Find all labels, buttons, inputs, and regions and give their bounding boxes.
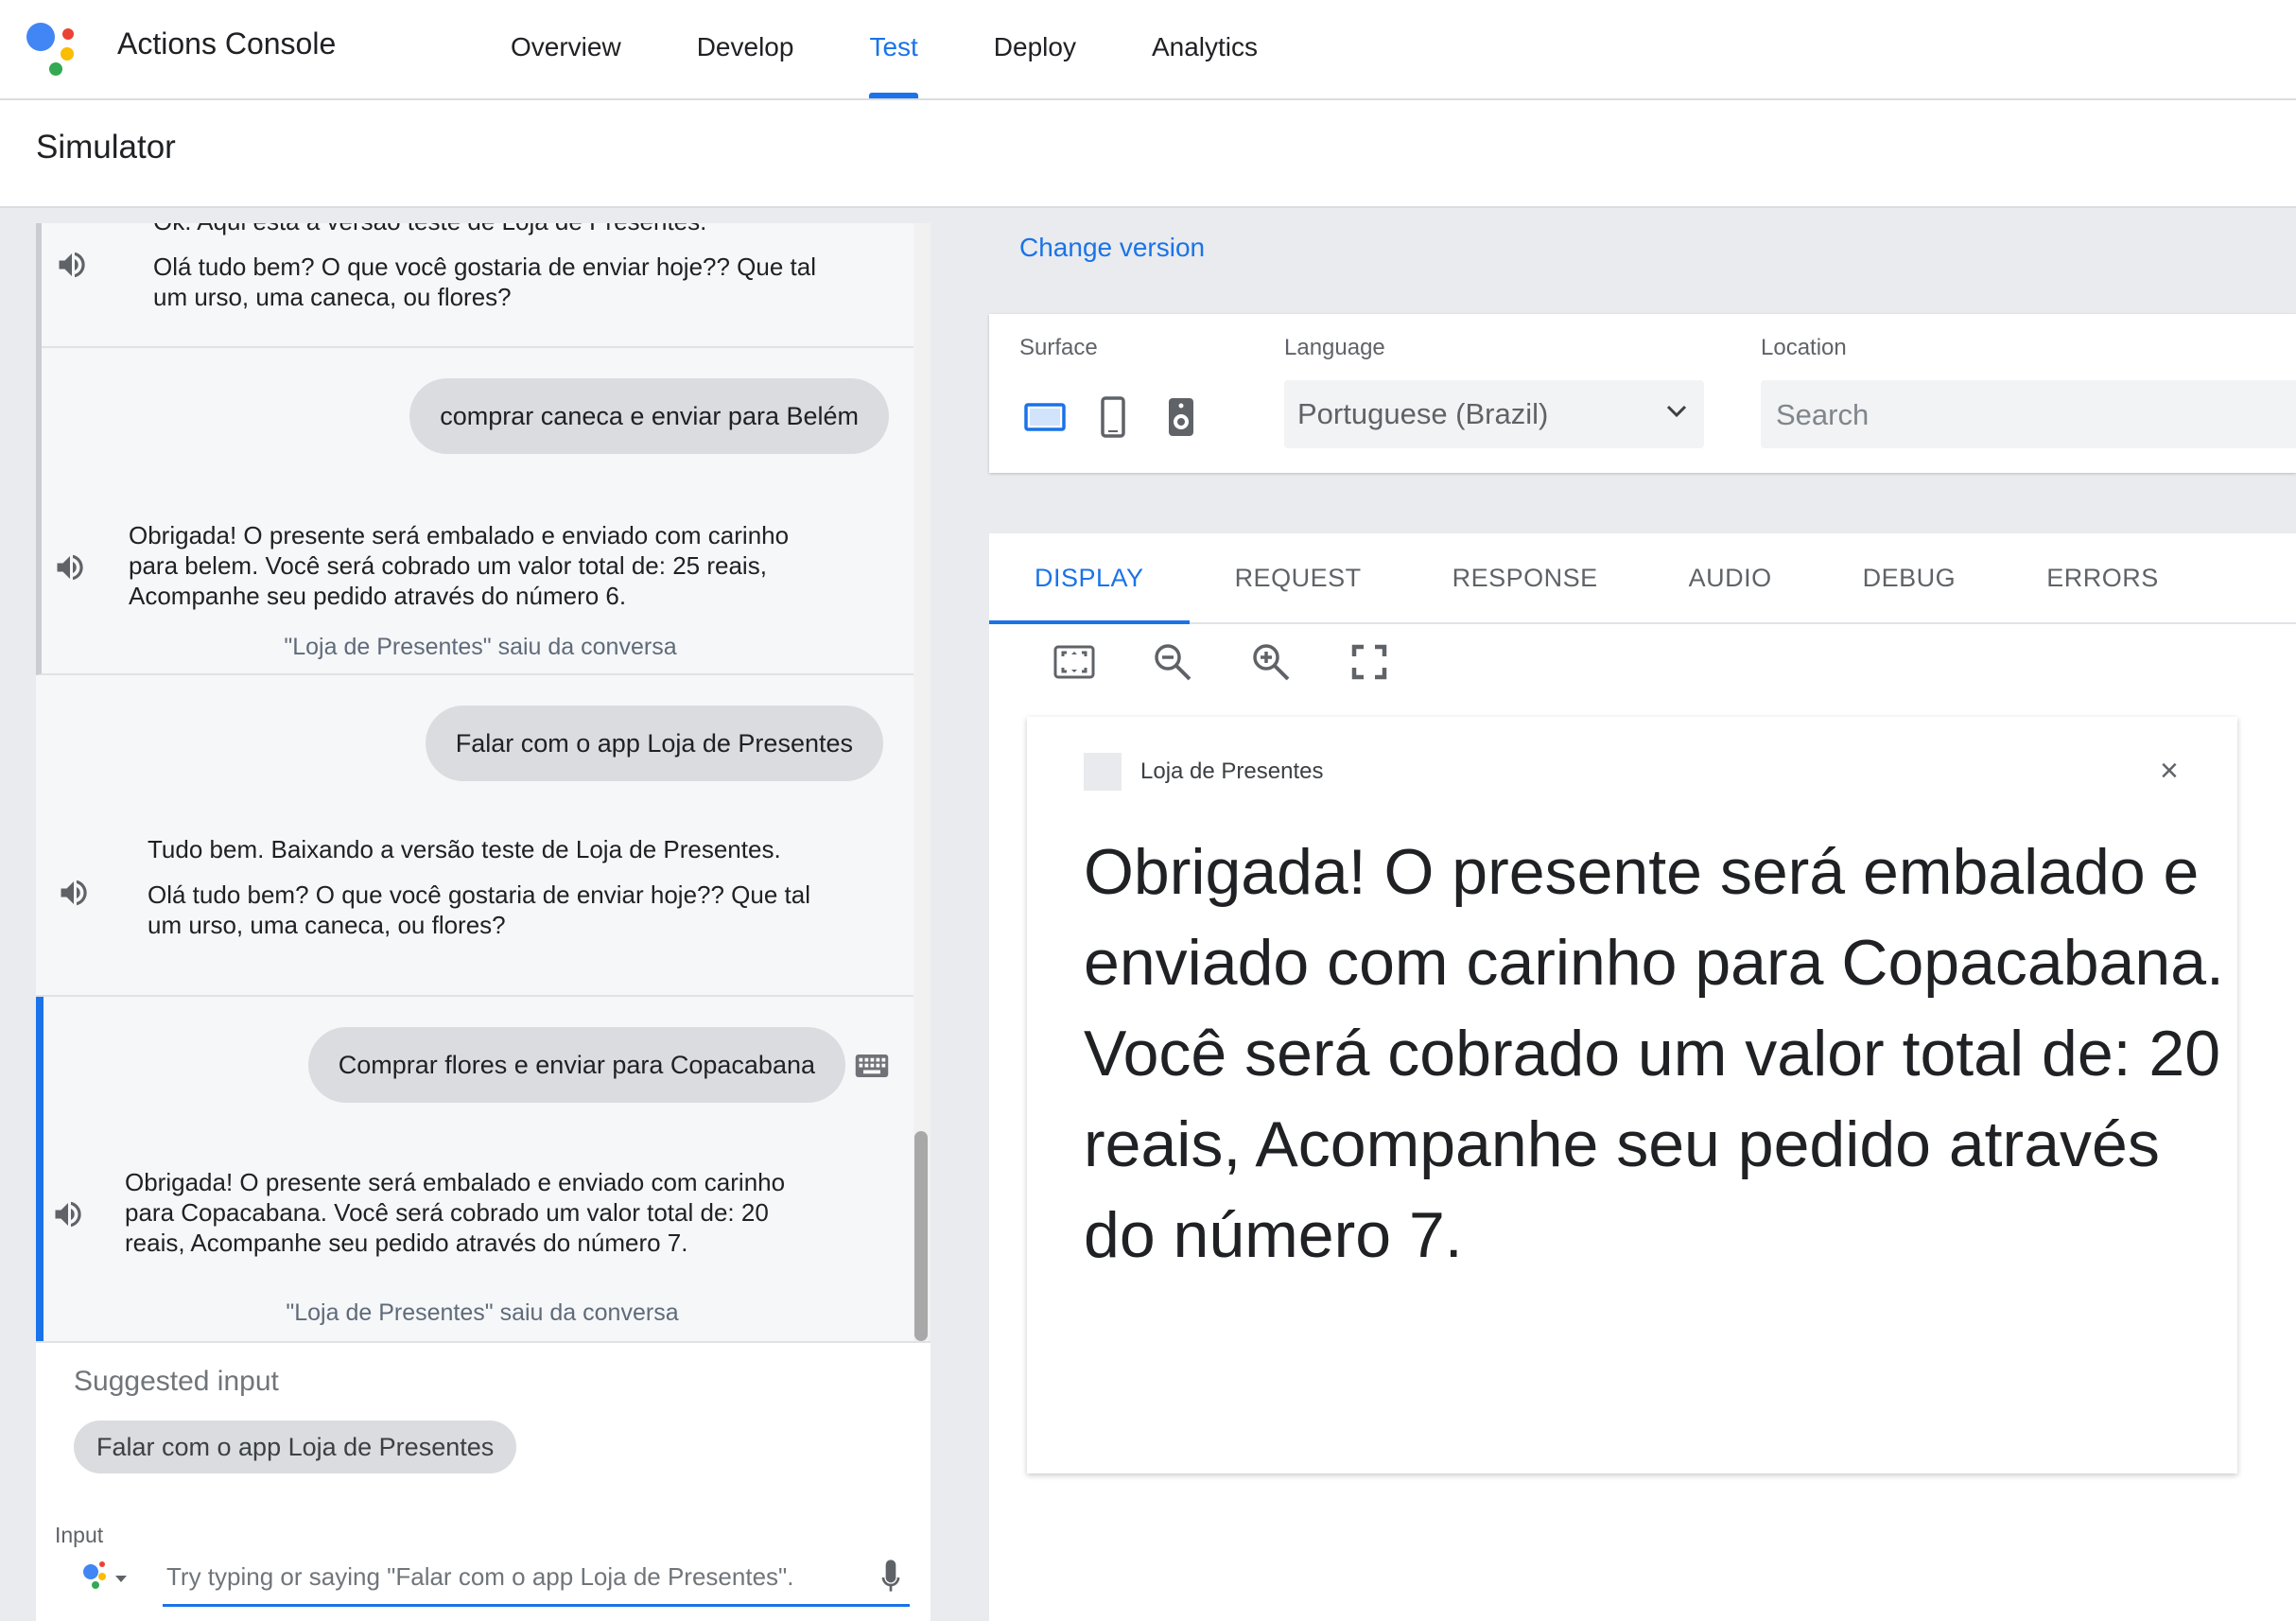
nav-analytics[interactable]: Analytics [1152,0,1258,98]
app-title: Actions Console [117,26,337,61]
assistant-message: reais, Acompanhe seu pedido através do n… [125,1229,688,1257]
query-input-wrapper [163,1549,910,1607]
main-nav: Overview Develop Test Deploy Analytics [511,0,1333,98]
language-select[interactable]: Portuguese (Brazil) [1284,380,1704,448]
tab-debug[interactable]: DEBUG [1818,533,2002,622]
assistant-message: Olá tudo bem? O que você gostaria de env… [148,880,810,909]
speaker-icon[interactable] [57,876,91,910]
display-card: Loja de Presentes × Obrigada! O presente… [1027,717,2237,1473]
language-label: Language [1284,335,1385,360]
user-message: Falar com o app Loja de Presentes [425,706,883,781]
chat-scrollbar-thumb[interactable] [914,1131,928,1341]
suggested-input-heading: Suggested input [74,1366,279,1397]
surface-label: Surface [1019,335,1098,360]
assistant-message: Ok. Aqui está a versão teste de Loja de … [153,223,706,236]
tab-display[interactable]: DISPLAY [989,533,1190,624]
tab-errors[interactable]: ERRORS [2001,533,2204,622]
zoom-out-icon[interactable] [1152,641,1193,683]
location-search-wrapper [1761,380,2296,450]
input-label: Input [55,1523,104,1547]
suggestion-chip[interactable]: Falar com o app Loja de Presentes [74,1421,517,1473]
nav-test[interactable]: Test [869,0,919,98]
assistant-message: Acompanhe seu pedido através do número 6… [129,582,627,610]
google-assistant-logo-icon [26,23,79,76]
assistant-message: para Copacabana. Você será cobrado um va… [125,1198,769,1227]
conversation-exit-note: "Loja de Presentes" saiu da conversa [286,1299,679,1326]
tab-audio[interactable]: AUDIO [1644,533,1818,622]
assistant-message: um urso, uma caneca, ou flores? [148,911,506,939]
card-app-name: Loja de Presentes [1140,758,1324,784]
speaker-icon[interactable] [51,1197,85,1231]
zoom-in-icon[interactable] [1250,641,1292,683]
output-tabs: DISPLAY REQUEST RESPONSE AUDIO DEBUG ERR… [989,533,2296,624]
speaker-icon[interactable] [53,550,87,584]
speaker-surface-icon[interactable] [1159,395,1203,439]
conversation-exit-note: "Loja de Presentes" saiu da conversa [284,634,677,660]
location-label: Location [1761,335,1847,360]
tab-request[interactable]: REQUEST [1190,533,1407,622]
conversation-turn: Falar com o app Loja de Presentes Tudo b… [36,675,913,997]
app-favicon [1084,753,1122,791]
assistant-message: Olá tudo bem? O que você gostaria de env… [153,253,816,281]
phone-surface-icon[interactable] [1091,395,1135,439]
nav-develop[interactable]: Develop [697,0,794,98]
page-title: Simulator [36,129,176,166]
assistant-message: um urso, uma caneca, ou flores? [153,283,512,311]
query-input[interactable] [163,1549,830,1604]
conversation-turn: Ok. Aqui está a versão teste de Loja de … [36,223,919,348]
conversation-log[interactable]: Ok. Aqui está a versão teste de Loja de … [36,223,931,1341]
fullscreen-icon[interactable] [1348,641,1390,683]
assistant-message: Obrigada! O presente será embalado e env… [125,1168,786,1196]
top-app-bar: Actions Console Overview Develop Test De… [0,0,2296,100]
tab-response[interactable]: RESPONSE [1407,533,1644,622]
simulator-settings-card: Surface Language Portuguese (Brazil) Loc… [989,314,2296,473]
assistant-message: Obrigada! O presente será embalado e env… [129,521,790,549]
chevron-down-icon [1666,405,1687,418]
location-search-input[interactable] [1761,380,2251,450]
nav-deploy[interactable]: Deploy [994,0,1076,98]
assistant-message: para belem. Você será cobrado um valor t… [129,551,767,580]
conversation-turn-selected[interactable]: Comprar flores e enviar para Copacabana … [36,997,921,1341]
language-value: Portuguese (Brazil) [1297,397,1549,430]
speaker-icon[interactable] [55,248,89,282]
assistant-message: Tudo bem. Baixando a versão teste de Loj… [148,835,781,863]
user-message: Comprar flores e enviar para Copacabana [307,1027,845,1103]
smart-display-surface-icon[interactable] [1023,395,1067,439]
page-header: Simulator [0,100,2296,208]
keyboard-icon [855,1055,889,1077]
display-response-text: Obrigada! O presente será embalado e env… [1084,836,2224,1271]
close-icon[interactable]: × [2160,753,2179,790]
conversation-turn: comprar caneca e enviar para Belém Obrig… [36,346,919,675]
input-area: Suggested input Falar com o app Loja de … [36,1341,931,1621]
microphone-icon[interactable] [876,1559,906,1596]
assistant-input-mode-icon[interactable] [74,1557,130,1598]
user-message: comprar caneca e enviar para Belém [409,378,889,454]
change-version-link[interactable]: Change version [1019,233,1205,263]
simulator-conversation-panel: Ok. Aqui está a versão teste de Loja de … [36,223,931,1621]
fit-to-screen-icon[interactable] [1053,641,1095,683]
nav-overview[interactable]: Overview [511,0,621,98]
simulator-output-panel: DISPLAY REQUEST RESPONSE AUDIO DEBUG ERR… [989,533,2296,1621]
